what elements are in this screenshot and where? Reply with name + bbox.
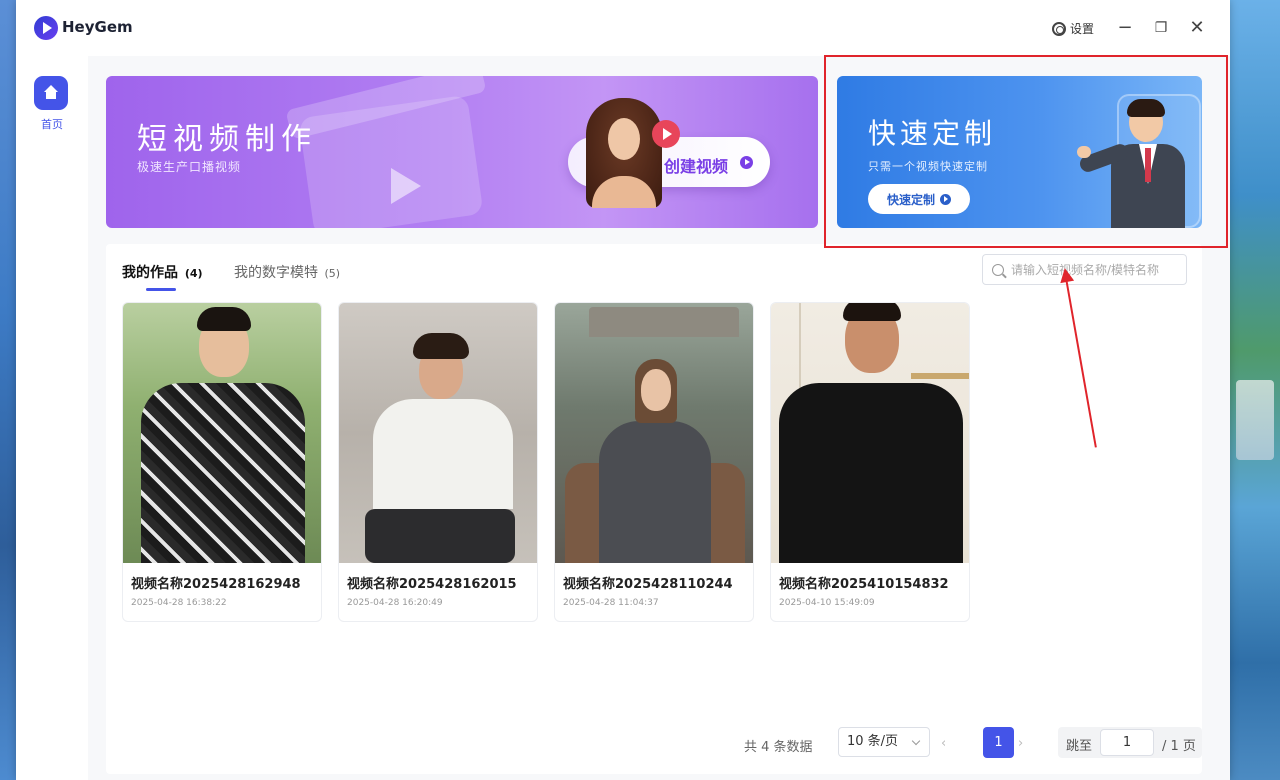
chevron-down-icon [911,736,921,746]
desktop-background-left [0,0,16,780]
tab-label: 我的数字模特 [234,265,318,281]
short-video-subtitle: 极速生产口播视频 [137,160,242,174]
total-pages: / 1 页 [1162,739,1196,754]
video-thumbnail[interactable] [771,303,969,563]
search-input[interactable] [1011,260,1181,280]
minimize-button[interactable]: − [1111,14,1139,42]
settings-button[interactable]: 设置 [1052,20,1094,37]
video-thumbnail[interactable] [123,303,321,563]
tab-count: (5) [324,267,341,280]
settings-label: 设置 [1070,22,1095,36]
sidebar: 首页 [16,56,88,780]
home-icon[interactable] [34,76,68,110]
heygem-logo-icon [34,16,58,40]
page-size-select[interactable]: 10 条/页 [838,727,930,757]
jump-to-page: 跳至 / 1 页 [1058,727,1202,758]
annotation-arrow-head [1057,266,1075,284]
gear-icon [1052,21,1066,36]
work-title: 视频名称2025410154832 [779,577,949,592]
pagination-total: 共 4 条数据 [744,740,813,755]
app-name: HeyGem [62,18,133,36]
restore-button[interactable]: ❐ [1147,14,1175,42]
jump-label: 跳至 [1066,739,1093,754]
work-card[interactable]: 视频名称2025428162015 2025-04-28 16:20:49 [338,302,538,622]
work-date: 2025-04-10 15:49:09 [779,598,875,608]
app-window: HeyGem 设置 − ❐ ✕ 首页 短视频制作 极速生产口播视频 创建视频 快… [16,0,1230,780]
tab-count: (4) [184,267,203,280]
jump-page-input[interactable] [1100,729,1154,756]
work-title: 视频名称2025428162015 [347,577,517,592]
desktop-background-right [1230,0,1280,780]
work-title: 视频名称2025428162948 [131,577,301,592]
next-page-button[interactable]: › [1018,736,1023,751]
prev-page-button[interactable]: ‹ [941,736,946,751]
short-video-banner[interactable]: 短视频制作 极速生产口播视频 创建视频 [106,76,818,228]
annotation-highlight-box [824,55,1228,248]
works-panel: 我的作品 (4) 我的数字模特 (5) 视频名称2025428162948 20… [106,244,1202,774]
titlebar: HeyGem 设置 − ❐ ✕ [16,0,1230,56]
work-date: 2025-04-28 11:04:37 [563,598,659,608]
tab-my-digital-models[interactable]: 我的数字模特 (5) [234,262,340,282]
video-thumbnail[interactable] [339,303,537,563]
tab-label: 我的作品 [122,265,178,281]
work-date: 2025-04-28 16:38:22 [131,598,227,608]
create-video-label[interactable]: 创建视频 [664,153,728,177]
play-icon-decoration [391,168,421,204]
search-icon [992,264,1004,276]
work-card[interactable]: 视频名称2025410154832 2025-04-10 15:49:09 [770,302,970,622]
work-date: 2025-04-28 16:20:49 [347,598,443,608]
current-page-button[interactable]: 1 [983,727,1014,758]
page-size-value: 10 条/页 [847,734,899,749]
search-box[interactable] [982,254,1187,285]
works-grid: 视频名称2025428162948 2025-04-28 16:38:22 视频… [122,302,970,622]
woman-avatar-image [586,98,662,208]
tab-my-works[interactable]: 我的作品 (4) [122,262,203,282]
red-play-icon [652,120,680,148]
work-title: 视频名称2025428110244 [563,577,733,592]
work-card[interactable]: 视频名称2025428110244 2025-04-28 11:04:37 [554,302,754,622]
sidebar-item-home-label[interactable]: 首页 [16,116,88,132]
clapperboard-decoration [298,94,484,228]
video-thumbnail[interactable] [555,303,753,563]
active-tab-indicator [146,288,176,291]
close-button[interactable]: ✕ [1183,14,1211,42]
short-video-title: 短视频制作 [137,122,317,157]
arrow-right-icon[interactable] [740,156,753,169]
work-card[interactable]: 视频名称2025428162948 2025-04-28 16:38:22 [122,302,322,622]
